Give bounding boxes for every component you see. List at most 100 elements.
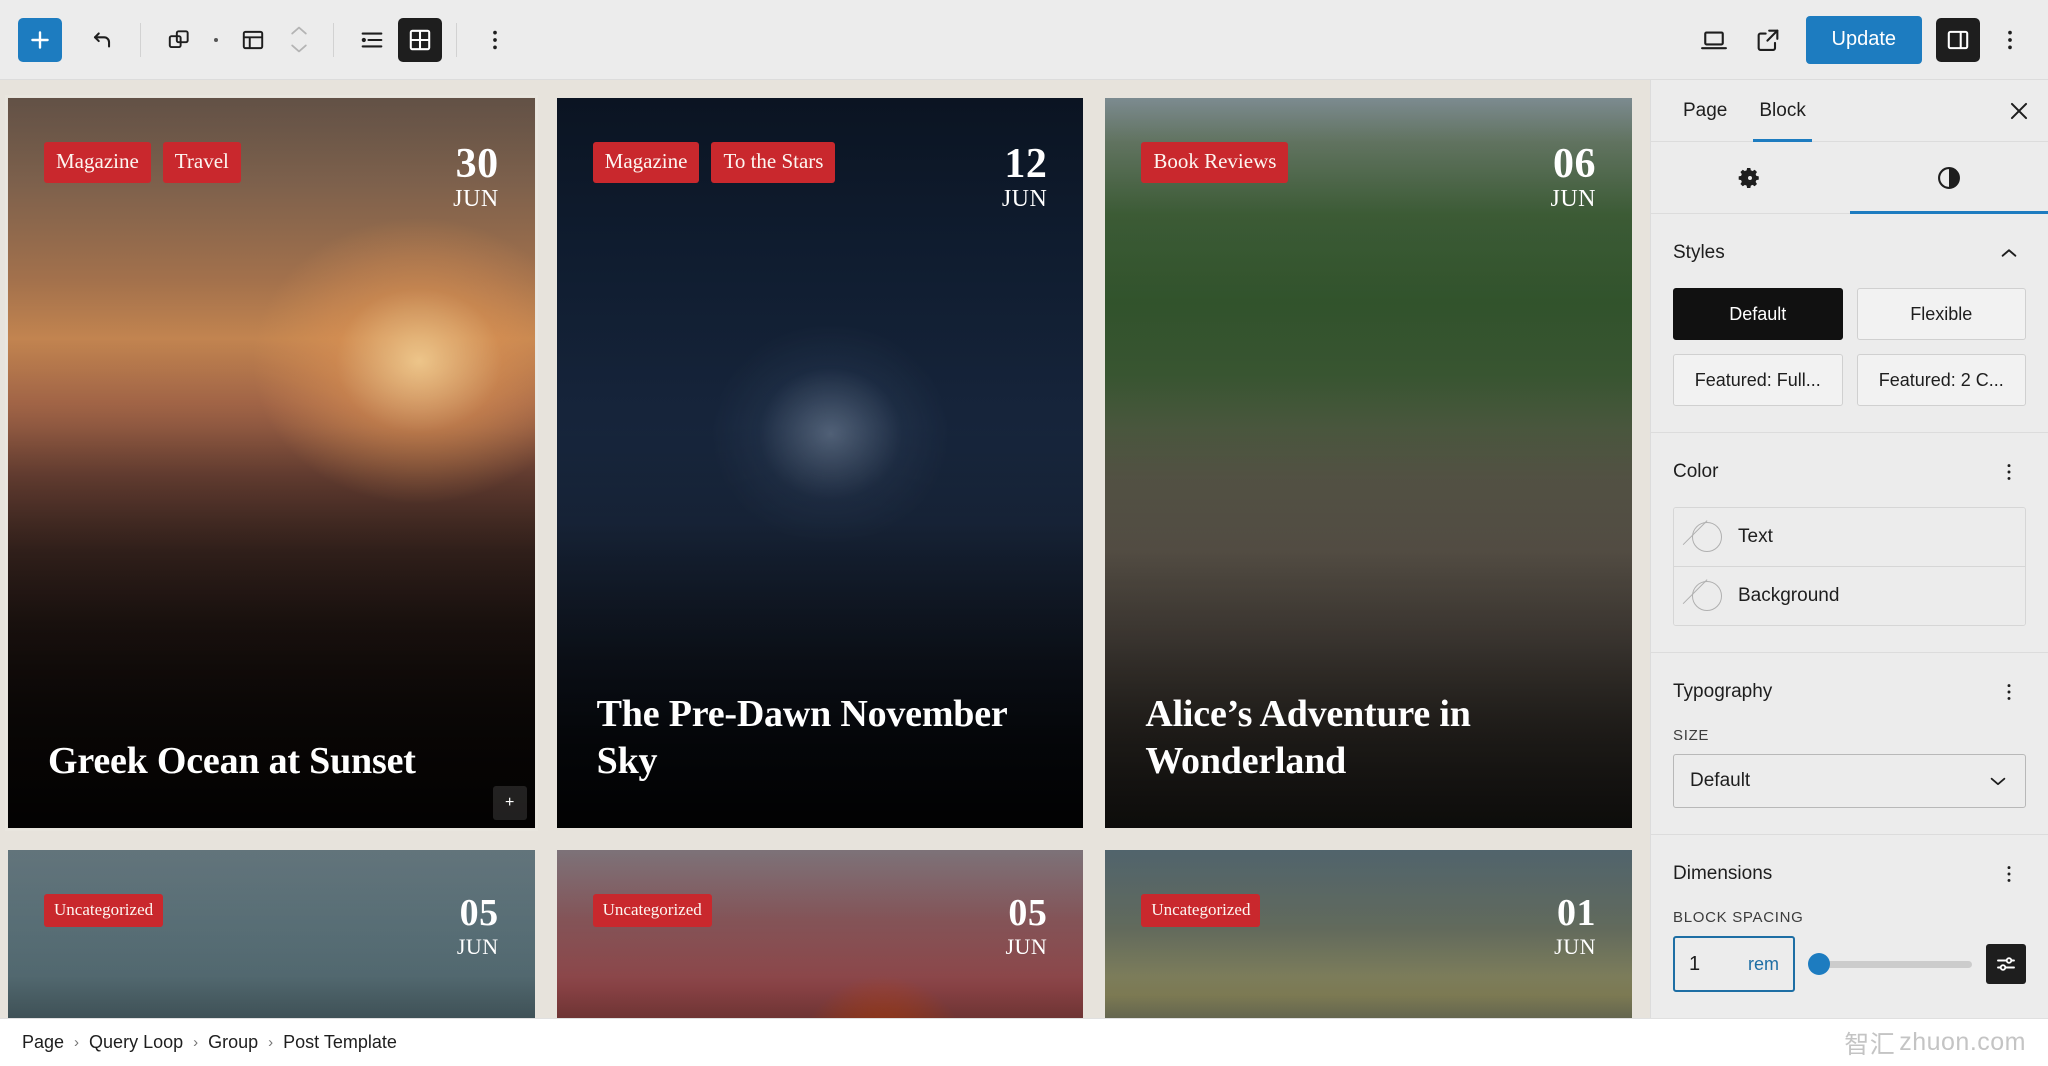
more-vertical-icon	[2008, 30, 2012, 49]
toolbar-divider-3	[456, 22, 457, 57]
dimensions-panel-header: Dimensions	[1673, 857, 2026, 891]
dimensions-options-menu-button[interactable]	[1992, 857, 2026, 891]
block-spacing-unit[interactable]: rem	[1748, 954, 1779, 975]
settings-sidebar: Page Block Styles Default Flexible Featu…	[1650, 80, 2048, 1018]
settings-sidebar-toggle[interactable]	[1936, 17, 1980, 62]
post-title[interactable]: Alice’s Adventure in Wonderland	[1145, 691, 1556, 784]
editor-root: Update Magazine Travel 30 JUN Greek Ocea…	[0, 0, 2048, 1066]
sidebar-tab-bar: Page Block	[1651, 80, 2048, 142]
post-date: 12 JUN	[1002, 142, 1048, 213]
post-date-month: JUN	[1554, 933, 1596, 959]
group-block-button[interactable]	[155, 16, 203, 64]
style-option-featured-full[interactable]: Featured: Full...	[1673, 354, 1843, 406]
device-preview-button[interactable]	[1690, 16, 1738, 64]
dimensions-panel-title: Dimensions	[1673, 863, 1773, 884]
term-badge[interactable]: Travel	[162, 142, 241, 183]
post-date-month: JUN	[456, 933, 499, 959]
view-site-button[interactable]	[1744, 16, 1792, 64]
block-spacing-value: 1	[1689, 952, 1701, 975]
editor-canvas[interactable]: Magazine Travel 30 JUN Greek Ocean at Su…	[0, 80, 1650, 1018]
term-badge[interactable]: Magazine	[592, 142, 700, 183]
post-title[interactable]: The Pre-Dawn November Sky	[597, 691, 1008, 784]
style-option-flexible[interactable]: Flexible	[1856, 288, 2026, 340]
post-card[interactable]: Magazine To the Stars 12 JUN The Pre-Daw…	[556, 98, 1084, 828]
post-card[interactable]: Book Reviews 06 JUN Alice’s Adventure in…	[1105, 98, 1632, 828]
chevron-up-icon	[291, 26, 307, 35]
post-card[interactable]: Uncategorized 05 JUN	[8, 850, 535, 1018]
color-panel: Color Text Background	[1651, 433, 2048, 653]
block-spacing-label: BLOCK SPACING	[1673, 909, 1804, 926]
breadcrumb-item-group[interactable]: Group	[208, 1032, 258, 1053]
post-title[interactable]: Greek Ocean at Sunset	[48, 738, 459, 784]
font-size-label: SIZE	[1673, 727, 1710, 744]
post-date-day: 01	[1557, 892, 1596, 934]
tab-settings[interactable]	[1651, 142, 1850, 213]
chevron-up-icon	[2001, 249, 2017, 257]
post-date: 05 JUN	[456, 892, 499, 960]
chevron-down-icon	[291, 44, 307, 53]
grid-view-button[interactable]	[398, 17, 442, 62]
block-spacing-input[interactable]: 1 rem	[1673, 936, 1795, 992]
tab-block[interactable]: Block	[1743, 80, 1821, 142]
undo-arrow-icon	[93, 31, 111, 48]
breadcrumb-item-page[interactable]: Page	[22, 1032, 64, 1053]
styles-collapse-button[interactable]	[1992, 236, 2026, 270]
font-size-select[interactable]: Default	[1673, 754, 2026, 808]
typography-panel-header: Typography	[1673, 675, 2026, 709]
color-row-background[interactable]: Background	[1674, 566, 2025, 625]
post-card[interactable]: Magazine Travel 30 JUN Greek Ocean at Su…	[5, 95, 538, 831]
color-row-text[interactable]: Text	[1674, 508, 2025, 566]
more-vertical-icon	[2007, 464, 2011, 480]
toolbar-dot-separator	[214, 37, 218, 42]
tab-styles[interactable]	[1849, 142, 2048, 214]
post-date-month: JUN	[1005, 933, 1048, 959]
term-badge[interactable]: Book Reviews	[1141, 142, 1289, 183]
custom-size-toggle-button[interactable]	[1986, 944, 2026, 984]
term-badge[interactable]: Uncategorized	[1141, 894, 1261, 927]
editor-more-menu-button[interactable]	[1986, 16, 2034, 64]
toolbar-divider	[140, 22, 141, 57]
more-vertical-icon	[493, 30, 497, 49]
close-sidebar-button[interactable]	[1996, 88, 2042, 134]
external-link-icon	[1757, 29, 1778, 51]
typography-options-menu-button[interactable]	[1992, 675, 2026, 709]
post-card[interactable]: Uncategorized 05 JUN	[556, 850, 1084, 1018]
breadcrumb-item-post-template[interactable]: Post Template	[283, 1032, 397, 1053]
desktop-preview-icon	[1700, 30, 1727, 49]
grid-view-icon	[409, 29, 431, 50]
color-rows: Text Background	[1673, 507, 2026, 626]
styles-panel: Styles Default Flexible Featured: Full..…	[1651, 214, 2048, 433]
toolbar-right-group: Update	[1690, 15, 2035, 64]
toolbar-options-button[interactable]	[471, 16, 519, 64]
block-appender-button[interactable]: +	[492, 786, 527, 820]
template-part-button[interactable]	[229, 16, 277, 64]
post-card-footer: The Pre-Dawn November Sky	[557, 691, 1084, 828]
post-date: 05 JUN	[1005, 893, 1048, 960]
post-card[interactable]: Uncategorized 01 JUN	[1105, 850, 1632, 1018]
post-card-footer: Alice’s Adventure in Wonderland	[1105, 691, 1632, 828]
block-spacing-slider[interactable]	[1807, 936, 1972, 992]
typography-panel: Typography SIZE Default	[1651, 653, 2048, 835]
sidebar-content: Styles Default Flexible Featured: Full..…	[1651, 214, 2048, 1018]
style-option-featured-2col[interactable]: Featured: 2 C...	[1856, 354, 2026, 406]
undo-button[interactable]	[78, 16, 126, 64]
add-block-button[interactable]	[18, 17, 62, 62]
slider-thumb[interactable]	[1807, 953, 1830, 975]
tab-page[interactable]: Page	[1667, 80, 1743, 141]
breadcrumb-item-query-loop[interactable]: Query Loop	[89, 1032, 183, 1053]
post-card-header: Magazine Travel 30 JUN	[8, 98, 535, 213]
post-date-day: 05	[459, 892, 499, 934]
update-button[interactable]: Update	[1805, 15, 1922, 64]
style-option-default[interactable]: Default	[1673, 288, 1843, 340]
term-badge[interactable]: Uncategorized	[44, 894, 164, 927]
move-block-stepper[interactable]	[279, 16, 319, 64]
sidebar-panel-icon	[1947, 30, 1969, 49]
list-view-button[interactable]	[348, 16, 396, 64]
color-options-menu-button[interactable]	[1992, 455, 2026, 489]
term-badge[interactable]: Magazine	[44, 142, 151, 183]
color-panel-title: Color	[1673, 461, 1719, 482]
watermark: 智汇 zhuon.com	[1844, 1025, 2026, 1061]
term-badge[interactable]: To the Stars	[711, 142, 836, 183]
term-badge[interactable]: Uncategorized	[592, 894, 712, 927]
chevron-down-icon	[1990, 777, 2006, 786]
